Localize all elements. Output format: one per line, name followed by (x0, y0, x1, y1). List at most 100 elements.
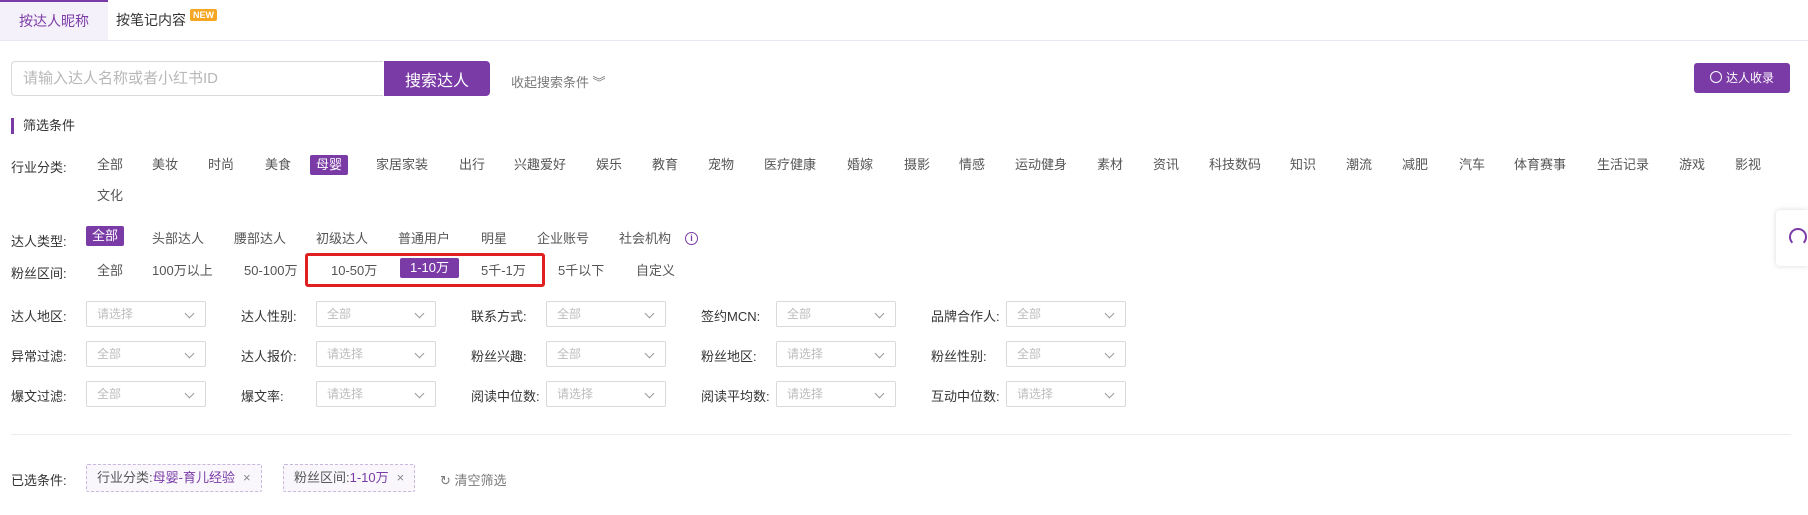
chevron-down-icon (184, 308, 195, 319)
close-icon[interactable]: × (397, 470, 405, 485)
dropdown-value: 请选择 (1017, 387, 1054, 401)
industry-option[interactable]: 生活记录 (1597, 155, 1649, 175)
industry-option[interactable]: 娱乐 (596, 155, 622, 175)
new-badge: NEW (190, 9, 217, 21)
dropdown-select[interactable]: 请选择 (86, 301, 206, 327)
industry-option[interactable]: 科技数码 (1209, 155, 1261, 175)
filter-section-title: 筛选条件 (11, 118, 75, 134)
tab-by-note-content[interactable]: 按笔记内容 (116, 0, 186, 40)
dropdown-select[interactable]: 全部 (1006, 341, 1126, 367)
info-icon[interactable]: i (685, 232, 698, 245)
dropdown-select[interactable]: 全部 (1006, 301, 1126, 327)
industry-option[interactable]: 知识 (1290, 155, 1316, 175)
type-option[interactable]: 全部 (86, 226, 125, 246)
dropdown-value: 请选择 (787, 387, 824, 401)
customer-support-widget[interactable] (1776, 210, 1808, 266)
chevron-down-icon (874, 388, 885, 399)
industry-option[interactable]: 游戏 (1679, 155, 1705, 175)
chevron-down-icon (874, 308, 885, 319)
type-option[interactable]: 社会机构 (619, 229, 671, 249)
search-input[interactable] (11, 61, 383, 96)
industry-option[interactable]: 家居家装 (376, 155, 428, 175)
chevron-down-icon (184, 388, 195, 399)
industry-option[interactable]: 资讯 (1153, 155, 1179, 175)
type-option[interactable]: 明星 (481, 229, 507, 249)
chevron-down-icon (1104, 348, 1115, 359)
dropdown-label: 粉丝兴趣: (471, 349, 527, 364)
industry-option[interactable]: 全部 (97, 155, 123, 175)
type-option[interactable]: 普通用户 (398, 229, 450, 249)
chip-key: 行业分类: (97, 470, 153, 485)
dropdown-select[interactable]: 请选择 (316, 341, 436, 367)
chip-value: 母婴-育儿经验 (152, 470, 235, 485)
industry-option[interactable]: 影视 (1735, 155, 1761, 175)
industry-option[interactable]: 运动健身 (1015, 155, 1067, 175)
industry-option[interactable]: 减肥 (1402, 155, 1428, 175)
industry-option[interactable]: 时尚 (208, 155, 234, 175)
industry-option[interactable]: 兴趣爱好 (514, 155, 566, 175)
industry-option[interactable]: 医疗健康 (764, 155, 816, 175)
close-icon[interactable]: × (243, 470, 251, 485)
search-button[interactable]: 搜索达人 (384, 61, 490, 96)
fans-option[interactable]: 5千以下 (558, 261, 604, 281)
industry-option[interactable]: 潮流 (1346, 155, 1372, 175)
dropdown-label: 阅读平均数: (701, 389, 770, 404)
dropdown-select[interactable]: 请选择 (316, 381, 436, 407)
fans-option[interactable]: 50-100万 (244, 261, 297, 281)
chip-key: 粉丝区间: (294, 470, 350, 485)
dropdown-value: 请选择 (327, 347, 364, 361)
dropdown-value: 全部 (557, 347, 582, 361)
dropdown-value: 请选择 (97, 307, 134, 321)
industry-option[interactable]: 出行 (459, 155, 485, 175)
tab-by-nickname[interactable]: 按达人昵称 (0, 0, 108, 40)
industry-option[interactable]: 美妆 (152, 155, 178, 175)
chevron-down-icon (184, 348, 195, 359)
industry-option[interactable]: 汽车 (1459, 155, 1485, 175)
clear-filters-label: 清空筛选 (454, 473, 507, 488)
industry-option[interactable]: 美食 (265, 155, 291, 175)
dropdown-select[interactable]: 请选择 (1006, 381, 1126, 407)
industry-option[interactable]: 宠物 (708, 155, 734, 175)
fans-option[interactable]: 全部 (97, 261, 123, 281)
chevron-down-icon (644, 308, 655, 319)
industry-option[interactable]: 母婴 (310, 155, 349, 175)
industry-option[interactable]: 素材 (1097, 155, 1123, 175)
industry-option[interactable]: 情感 (959, 155, 985, 175)
chevron-down-icon (414, 348, 425, 359)
dropdown-select[interactable]: 全部 (546, 341, 666, 367)
collect-influencer-button[interactable]: 达人收录 (1694, 63, 1790, 93)
dropdown-label: 粉丝地区: (701, 349, 757, 364)
selected-chip-industry[interactable]: 行业分类:母婴-育儿经验 × (86, 464, 262, 492)
fans-option[interactable]: 自定义 (636, 261, 675, 281)
fans-option[interactable]: 100万以上 (152, 261, 213, 281)
selected-chip-fans[interactable]: 粉丝区间:1-10万 × (283, 464, 416, 492)
fans-label: 粉丝区间: (11, 266, 67, 281)
industry-option[interactable]: 文化 (97, 186, 123, 206)
chevron-down-icon (414, 388, 425, 399)
dropdown-select[interactable]: 全部 (86, 381, 206, 407)
tab-bar: 按达人昵称 按笔记内容 NEW (0, 0, 1808, 41)
dropdown-select[interactable]: 请选择 (776, 381, 896, 407)
type-option[interactable]: 初级达人 (316, 229, 368, 249)
dropdown-select[interactable]: 请选择 (776, 341, 896, 367)
type-option[interactable]: 企业账号 (537, 229, 589, 249)
chevron-down-icon (1104, 388, 1115, 399)
collapse-conditions-link[interactable]: 收起搜索条件 ︾ (511, 72, 606, 91)
dropdown-select[interactable]: 全部 (86, 341, 206, 367)
dropdown-label: 粉丝性别: (931, 349, 987, 364)
chip-value: 1-10万 (349, 470, 389, 485)
industry-option[interactable]: 体育赛事 (1514, 155, 1566, 175)
industry-option[interactable]: 摄影 (904, 155, 930, 175)
dropdown-select[interactable]: 全部 (776, 301, 896, 327)
type-option[interactable]: 头部达人 (152, 229, 204, 249)
type-option[interactable]: 腰部达人 (234, 229, 286, 249)
industry-option[interactable]: 教育 (652, 155, 678, 175)
dropdown-select[interactable]: 请选择 (546, 381, 666, 407)
dropdown-value: 全部 (1017, 347, 1042, 361)
clear-filters-button[interactable]: ↻ 清空筛选 (440, 470, 507, 489)
dropdown-select[interactable]: 全部 (316, 301, 436, 327)
dropdown-value: 全部 (97, 387, 122, 401)
dropdown-value: 全部 (327, 307, 352, 321)
industry-option[interactable]: 婚嫁 (847, 155, 873, 175)
dropdown-select[interactable]: 全部 (546, 301, 666, 327)
